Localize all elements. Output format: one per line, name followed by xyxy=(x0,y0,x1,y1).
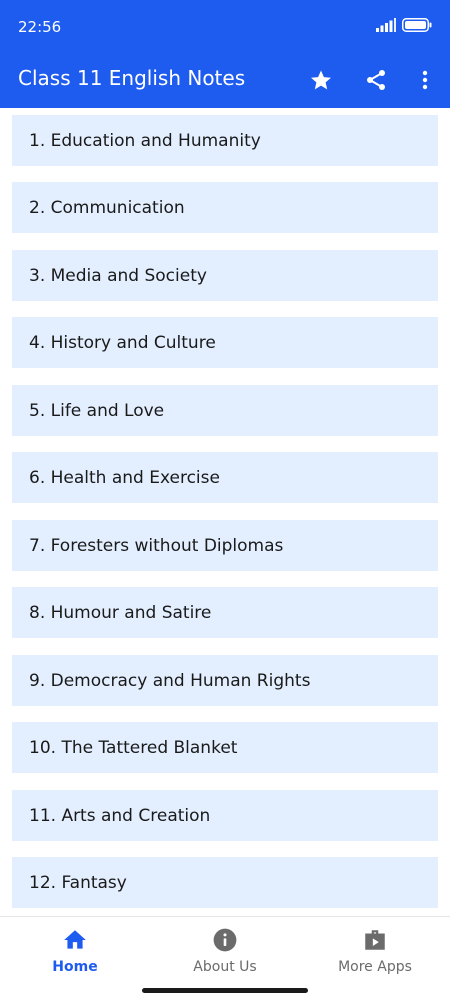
chapter-item-12[interactable]: 12. Fantasy xyxy=(12,857,438,908)
chapter-item-8[interactable]: 8. Humour and Satire xyxy=(12,587,438,638)
status-bar: 22:56 xyxy=(0,0,450,52)
status-time: 22:56 xyxy=(18,18,62,36)
favorite-button[interactable] xyxy=(302,61,340,99)
chapter-item-7[interactable]: 7. Foresters without Diplomas xyxy=(12,520,438,571)
chapter-item-9[interactable]: 9. Democracy and Human Rights xyxy=(12,655,438,706)
chapter-item-11[interactable]: 11. Arts and Creation xyxy=(12,790,438,841)
battery-icon xyxy=(402,18,432,32)
home-icon xyxy=(62,927,88,953)
nav-about-us[interactable]: About Us xyxy=(150,927,300,983)
chapter-item-1[interactable]: 1. Education and Humanity xyxy=(12,115,438,166)
nav-about-us-label: About Us xyxy=(193,959,257,975)
nav-more-apps[interactable]: More Apps xyxy=(300,927,450,983)
chapter-item-10[interactable]: 10. The Tattered Blanket xyxy=(12,722,438,773)
chapter-item-6[interactable]: 6. Health and Exercise xyxy=(12,452,438,503)
status-icons xyxy=(376,18,432,32)
chapter-item-2[interactable]: 2. Communication xyxy=(12,182,438,233)
info-icon xyxy=(212,927,238,953)
app-title: Class 11 English Notes xyxy=(18,66,246,90)
chapter-item-4[interactable]: 4. History and Culture xyxy=(12,317,438,368)
app-bar: Class 11 English Notes xyxy=(0,52,450,108)
star-icon xyxy=(311,70,331,90)
nav-home[interactable]: Home xyxy=(0,927,150,983)
home-indicator-bar[interactable] xyxy=(142,988,308,993)
chapter-item-5[interactable]: 5. Life and Love xyxy=(12,385,438,436)
more-vert-icon xyxy=(422,70,428,90)
signal-icon xyxy=(376,18,396,32)
store-icon xyxy=(362,927,388,953)
share-icon xyxy=(367,70,385,90)
nav-more-apps-label: More Apps xyxy=(338,959,412,975)
nav-home-label: Home xyxy=(52,959,98,975)
share-button[interactable] xyxy=(357,61,395,99)
chapter-list: 1. Education and Humanity 2. Communicati… xyxy=(0,108,450,916)
chapter-item-3[interactable]: 3. Media and Society xyxy=(12,250,438,301)
more-options-button[interactable] xyxy=(406,61,444,99)
